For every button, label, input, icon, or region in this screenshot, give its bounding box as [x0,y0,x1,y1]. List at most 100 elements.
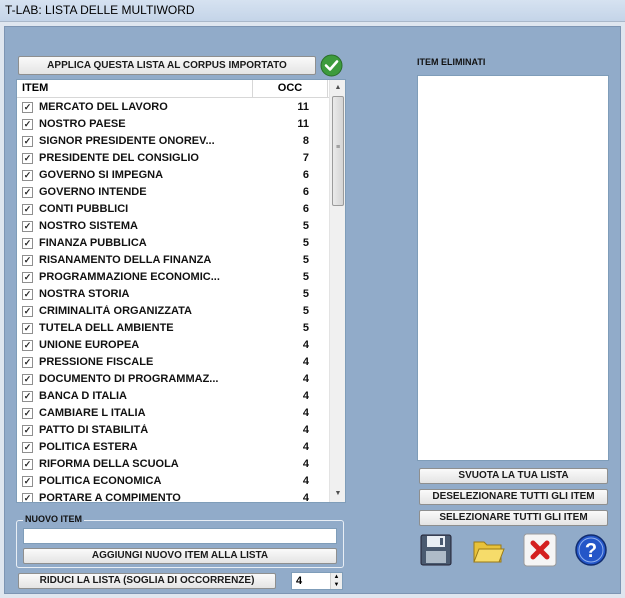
item-label: FINANZA PUBBLICA [39,237,147,249]
item-checkbox[interactable]: ✓ [22,289,33,300]
item-label: PATTO DI STABILITÀ [39,424,149,436]
list-item[interactable]: ✓ RISANAMENTO DELLA FINANZA 5 [17,252,327,269]
item-checkbox[interactable]: ✓ [22,255,33,266]
item-checkbox[interactable]: ✓ [22,119,33,130]
list-item[interactable]: ✓ NOSTRO SISTEMA 5 [17,218,327,235]
item-checkbox[interactable]: ✓ [22,102,33,113]
list-item[interactable]: ✓ RIFORMA DELLA SCUOLA 4 [17,456,327,473]
item-label: PRESSIONE FISCALE [39,356,154,368]
item-occurrences: 8 [302,135,309,147]
list-item[interactable]: ✓ FINANZA PUBBLICA 5 [17,235,327,252]
item-occurrences: 5 [302,288,309,300]
item-label: NOSTRA STORIA [39,288,130,300]
svg-text:?: ? [585,540,597,562]
main-panel: APPLICA QUESTA LISTA AL CORPUS IMPORTATO… [4,26,621,594]
list-item[interactable]: ✓ CAMBIARE L ITALIA 4 [17,405,327,422]
item-list[interactable]: ITEM OCC ✓ MERCATO DEL LAVORO 11 ✓ NOSTRO PA… [16,79,346,503]
item-occurrences: 4 [302,407,309,419]
spin-down-icon[interactable]: ▼ [330,581,342,589]
list-item[interactable]: ✓ NOSTRA STORIA 5 [17,286,327,303]
item-checkbox[interactable]: ✓ [22,153,33,164]
item-label: BANCA D ITALIA [39,390,127,402]
list-item[interactable]: ✓ NOSTRO PAESE 11 [17,116,327,133]
item-label: MERCATO DEL LAVORO [39,101,168,113]
select-all-button[interactable]: SELEZIONARE TUTTI GLI ITEM [419,510,608,526]
list-item[interactable]: ✓ SIGNOR PRESIDENTE ONOREV... 8 [17,133,327,150]
scroll-thumb[interactable]: ≡ [332,96,344,206]
item-label: GOVERNO SI IMPEGNA [39,169,164,181]
apply-list-button[interactable]: APPLICA QUESTA LISTA AL CORPUS IMPORTATO [18,56,316,75]
item-checkbox[interactable]: ✓ [22,425,33,436]
list-scrollbar[interactable]: ▲ ≡ ▼ [329,80,345,502]
item-checkbox[interactable]: ✓ [22,187,33,198]
list-item[interactable]: ✓ PORTARE A COMPIMENTO 4 [17,490,327,503]
list-item[interactable]: ✓ UNIONE EUROPEA 4 [17,337,327,354]
list-item[interactable]: ✓ TUTELA DELL AMBIENTE 5 [17,320,327,337]
item-occurrences: 11 [297,118,309,130]
item-occurrences: 4 [302,492,309,503]
reduce-list-button[interactable]: RIDUCI LA LISTA (SOGLIA DI OCCORRENZE) [18,573,276,589]
item-checkbox[interactable]: ✓ [22,204,33,215]
item-occurrences: 6 [302,203,309,215]
add-item-button[interactable]: AGGIUNGI NUOVO ITEM ALLA LISTA [23,548,337,564]
item-checkbox[interactable]: ✓ [22,238,33,249]
item-checkbox[interactable]: ✓ [22,459,33,470]
item-occurrences: 4 [302,441,309,453]
empty-list-button[interactable]: SVUOTA LA TUA LISTA [419,468,608,484]
spin-up-icon[interactable]: ▲ [330,573,342,581]
item-checkbox[interactable]: ✓ [22,374,33,385]
window-title: T-LAB: LISTA DELLE MULTIWORD [5,3,195,17]
item-checkbox[interactable]: ✓ [22,272,33,283]
item-label: CAMBIARE L ITALIA [39,407,146,419]
item-checkbox[interactable]: ✓ [22,170,33,181]
item-checkbox[interactable]: ✓ [22,306,33,317]
scroll-up-icon[interactable]: ▲ [331,81,345,95]
item-checkbox[interactable]: ✓ [22,493,33,502]
folder-icon[interactable] [471,533,505,567]
list-item[interactable]: ✓ PRESSIONE FISCALE 4 [17,354,327,371]
save-icon[interactable] [419,533,453,567]
confirm-check-icon[interactable] [320,54,343,77]
item-occurrences: 4 [302,356,309,368]
item-occurrences: 5 [302,220,309,232]
list-item[interactable]: ✓ BANCA D ITALIA 4 [17,388,327,405]
item-checkbox[interactable]: ✓ [22,221,33,232]
list-item[interactable]: ✓ POLITICA ECONOMICA 4 [17,473,327,490]
item-label: NOSTRO PAESE [39,118,126,130]
item-occurrences: 7 [302,152,309,164]
list-item[interactable]: ✓ GOVERNO SI IMPEGNA 6 [17,167,327,184]
item-occurrences: 4 [302,339,309,351]
cancel-icon[interactable] [523,533,557,567]
eliminated-title: ITEM ELIMINATI [417,57,486,67]
list-item[interactable]: ✓ POLITICA ESTERA 4 [17,439,327,456]
item-checkbox[interactable]: ✓ [22,442,33,453]
list-item[interactable]: ✓ PATTO DI STABILITÀ 4 [17,422,327,439]
list-item[interactable]: ✓ GOVERNO INTENDE 6 [17,184,327,201]
scroll-down-icon[interactable]: ▼ [331,487,345,501]
item-label: CRIMINALITÀ ORGANIZZATA [39,305,192,317]
column-header-item[interactable]: ITEM [22,82,48,94]
item-checkbox[interactable]: ✓ [22,340,33,351]
list-item[interactable]: ✓ PROGRAMMAZIONE ECONOMIC... 5 [17,269,327,286]
column-header-occ[interactable]: OCC [252,80,328,98]
list-item[interactable]: ✓ MERCATO DEL LAVORO 11 [17,99,327,116]
item-checkbox[interactable]: ✓ [22,136,33,147]
item-occurrences: 6 [302,169,309,181]
eliminated-list[interactable] [417,75,609,461]
threshold-value[interactable]: 4 [296,575,302,587]
item-checkbox[interactable]: ✓ [22,357,33,368]
item-checkbox[interactable]: ✓ [22,408,33,419]
item-checkbox[interactable]: ✓ [22,391,33,402]
deselect-all-button[interactable]: DESELEZIONARE TUTTI GLI ITEM [419,489,608,505]
list-item[interactable]: ✓ CRIMINALITÀ ORGANIZZATA 5 [17,303,327,320]
item-checkbox[interactable]: ✓ [22,323,33,334]
new-item-input[interactable] [23,528,337,544]
list-item[interactable]: ✓ PRESIDENTE DEL CONSIGLIO 7 [17,150,327,167]
list-item[interactable]: ✓ CONTI PUBBLICI 6 [17,201,327,218]
threshold-spinner[interactable]: 4 ▲ ▼ [291,572,343,590]
list-header: ITEM OCC [17,80,345,98]
list-item[interactable]: ✓ DOCUMENTO DI PROGRAMMAZ... 4 [17,371,327,388]
item-occurrences: 4 [302,424,309,436]
help-icon[interactable]: ? [574,533,608,567]
item-checkbox[interactable]: ✓ [22,476,33,487]
